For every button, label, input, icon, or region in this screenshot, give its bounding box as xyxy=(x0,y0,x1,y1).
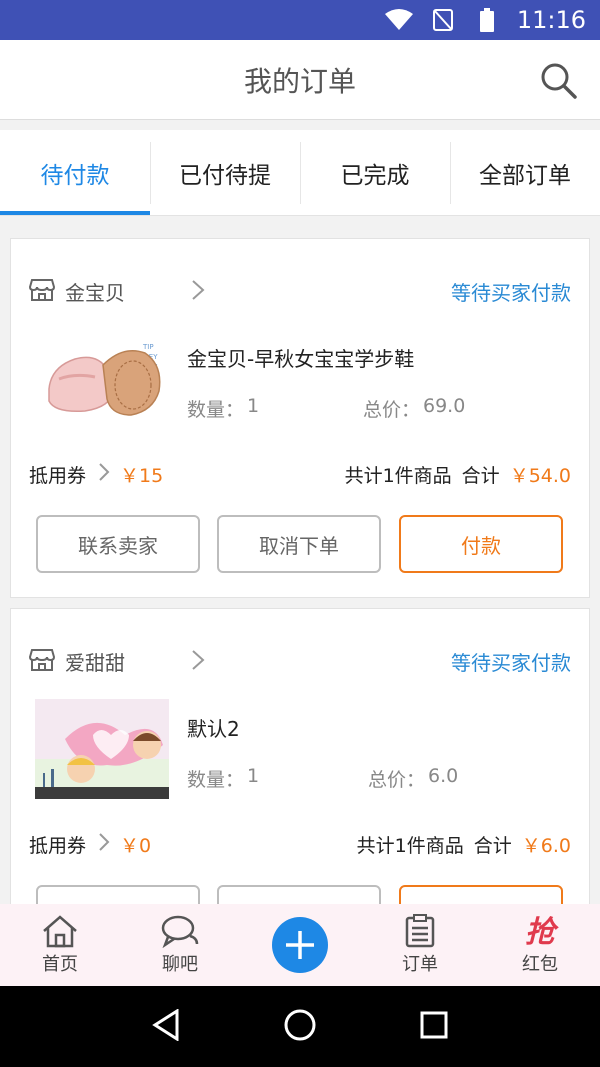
nav-orders-label: 订单 xyxy=(402,954,438,975)
recents-icon[interactable] xyxy=(419,1010,449,1044)
nav-orders[interactable]: 订单 xyxy=(360,904,480,986)
tab-all-orders[interactable]: 全部订单 xyxy=(450,130,600,215)
chevron-right-icon xyxy=(98,832,110,857)
sum-label: 合计 xyxy=(473,835,512,857)
coupon-selector[interactable]: 抵用券 ￥15 xyxy=(29,461,163,488)
battery-icon xyxy=(473,8,501,32)
total-price-value: 6.0 xyxy=(428,765,459,787)
coupon-value: ￥15 xyxy=(120,465,164,487)
bottom-nav: 首页 聊吧 订单 抢 红包 xyxy=(0,904,600,986)
svg-text:TIP: TIP xyxy=(142,343,154,351)
order-card: 金宝贝 等待买家付款 TIP TOEY JOEY 金宝贝-早秋女宝宝学步鞋 数量… xyxy=(10,238,590,598)
coupon-label: 抵用券 xyxy=(29,465,87,487)
grab-icon: 抢 xyxy=(525,915,555,950)
order-list[interactable]: 金宝贝 等待买家付款 TIP TOEY JOEY 金宝贝-早秋女宝宝学步鞋 数量… xyxy=(10,238,590,904)
chevron-right-icon xyxy=(98,462,110,487)
add-button[interactable] xyxy=(272,917,328,973)
status-bar: 11:16 xyxy=(0,0,600,40)
contact-seller-button[interactable]: 联系卖家 xyxy=(36,885,200,904)
coupon-selector[interactable]: 抵用券 ￥0 xyxy=(29,831,151,858)
shop-link[interactable]: 金宝贝 xyxy=(28,277,125,306)
product-image[interactable] xyxy=(35,699,169,799)
coupon-label: 抵用券 xyxy=(29,835,87,857)
order-icon xyxy=(405,914,435,948)
quantity-label: 数量： xyxy=(187,399,245,421)
quantity-value: 1 xyxy=(247,765,260,787)
product-image[interactable]: TIP TOEY JOEY xyxy=(35,329,169,429)
total-price-label: 总价： xyxy=(368,769,426,791)
clock: 11:16 xyxy=(516,6,586,34)
contact-seller-button[interactable]: 联系卖家 xyxy=(36,515,200,573)
system-nav-bar xyxy=(0,986,600,1067)
cancel-order-button[interactable]: 取消下单 xyxy=(217,885,381,904)
pay-button[interactable]: 付款 xyxy=(399,515,563,573)
shop-name: 爱甜甜 xyxy=(65,651,125,675)
order-summary: 共计1件商品 合计 ￥54.0 xyxy=(345,461,571,488)
home-button-icon[interactable] xyxy=(283,1008,317,1046)
total-price-value: 69.0 xyxy=(423,395,466,417)
back-icon[interactable] xyxy=(151,1007,181,1045)
nav-red-packet-label: 红包 xyxy=(522,954,558,975)
tab-paid-pending-pickup[interactable]: 已付待提 xyxy=(150,130,300,215)
add-icon xyxy=(286,931,314,959)
sum-amount: ￥54.0 xyxy=(509,465,571,487)
chevron-right-icon[interactable] xyxy=(191,279,205,305)
nav-home-label: 首页 xyxy=(42,954,78,975)
order-card: 爱甜甜 等待买家付款 默认2 数量： 1 总价： 6.0 抵用券 ￥0 共计1件… xyxy=(10,608,590,904)
search-icon[interactable] xyxy=(540,62,578,100)
shop-icon xyxy=(28,278,56,306)
order-status: 等待买家付款 xyxy=(451,281,571,305)
quantity-label: 数量： xyxy=(187,769,245,791)
product-name[interactable]: 默认2 xyxy=(187,713,240,742)
item-count: 共计1件商品 xyxy=(344,465,452,487)
coupon-value: ￥0 xyxy=(120,835,152,857)
product-name[interactable]: 金宝贝-早秋女宝宝学步鞋 xyxy=(187,343,414,372)
nav-chat-label: 聊吧 xyxy=(162,954,198,975)
sum-label: 合计 xyxy=(461,465,500,487)
app-header: 我的订单 xyxy=(0,40,600,120)
nav-home[interactable]: 首页 xyxy=(0,904,120,986)
no-signal-icon xyxy=(429,8,457,32)
shop-link[interactable]: 爱甜甜 xyxy=(28,647,125,676)
order-summary: 共计1件商品 合计 ￥6.0 xyxy=(357,831,571,858)
wifi-icon xyxy=(384,8,413,32)
chevron-right-icon[interactable] xyxy=(191,649,205,675)
order-status: 等待买家付款 xyxy=(451,651,571,675)
shop-name: 金宝贝 xyxy=(65,281,125,305)
quantity-value: 1 xyxy=(247,395,260,417)
nav-red-packet[interactable]: 抢 红包 xyxy=(480,904,600,986)
nav-add[interactable] xyxy=(240,904,360,986)
home-icon xyxy=(43,915,77,948)
item-count: 共计1件商品 xyxy=(356,835,464,857)
page-title: 我的订单 xyxy=(243,64,356,98)
sum-amount: ￥6.0 xyxy=(521,835,571,857)
order-tabs: 待付款 已付待提 已完成 全部订单 xyxy=(0,130,600,216)
cancel-order-button[interactable]: 取消下单 xyxy=(217,515,381,573)
tab-pending-payment[interactable]: 待付款 xyxy=(0,130,150,215)
total-price-label: 总价： xyxy=(363,399,421,421)
nav-chat[interactable]: 聊吧 xyxy=(120,904,240,986)
chat-icon xyxy=(161,915,199,948)
tab-completed[interactable]: 已完成 xyxy=(300,130,450,215)
pay-button[interactable]: 付款 xyxy=(399,885,563,904)
shop-icon xyxy=(28,648,56,676)
